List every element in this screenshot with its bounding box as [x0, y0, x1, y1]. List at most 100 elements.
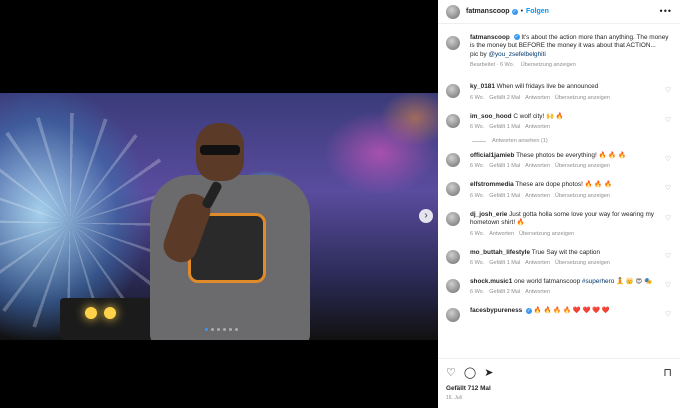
- reply-button[interactable]: Antworten: [525, 260, 550, 266]
- heart-icon[interactable]: ♡: [665, 185, 672, 192]
- post-panel: fatmanscoop ✓ • Folgen ••• fatmanscoop ✓…: [438, 0, 680, 408]
- media-pane: ›: [0, 0, 438, 408]
- comment-likes[interactable]: Gefällt 1 Mal: [489, 163, 520, 169]
- comment-username[interactable]: ky_0181: [470, 83, 495, 90]
- heart-icon[interactable]: ♡: [665, 156, 672, 163]
- reply-button[interactable]: Antworten: [525, 289, 550, 295]
- stage-light: [85, 307, 97, 319]
- comment-likes[interactable]: Gefällt 2 Mal: [489, 289, 520, 295]
- follow-button[interactable]: Folgen: [526, 8, 549, 15]
- heart-icon[interactable]: ♡: [665, 311, 672, 318]
- heart-icon[interactable]: ♡: [665, 117, 672, 124]
- carousel-dot: [223, 328, 226, 331]
- comment-likes[interactable]: Gefällt 1 Mal: [489, 124, 520, 130]
- comment-age: 6 Wo.: [470, 163, 485, 170]
- comment-body: mo_buttah_lifestyle True Say wit the cap…: [470, 249, 660, 266]
- avatar[interactable]: [446, 249, 460, 264]
- likes-count[interactable]: Gefällt 712 Mal: [446, 385, 672, 392]
- avatar[interactable]: [446, 113, 460, 128]
- sunglasses: [200, 145, 240, 155]
- translate-link[interactable]: Übersetzung anzeigen: [519, 231, 574, 237]
- comment-text: These photos be everything! 🔥 🔥 🔥: [516, 152, 626, 160]
- caption-text: fatmanscoop ✓ It's about the action more…: [470, 34, 670, 59]
- comment-text: When will fridays live be announced: [496, 83, 599, 91]
- avatar[interactable]: [446, 4, 460, 19]
- chevron-right-icon[interactable]: ›: [419, 209, 433, 223]
- comment-body: elfstrommedia These are dope photos! 🔥 🔥…: [470, 181, 660, 198]
- comment-age: 6 Wo.: [470, 260, 485, 267]
- comment-username[interactable]: im_soo_hood: [470, 113, 512, 120]
- caption-username[interactable]: fatmanscoop: [470, 34, 510, 41]
- caption-meta: Bearbeitet · 6 Wo. Übersetzung anzeigen: [470, 62, 670, 68]
- comment-username[interactable]: shock.music1: [470, 278, 512, 285]
- username[interactable]: fatmanscoop: [466, 8, 510, 15]
- bookmark-icon[interactable]: ⊓: [663, 366, 672, 379]
- comment: mo_buttah_lifestyle True Say wit the cap…: [438, 249, 680, 266]
- verified-icon: ✓: [526, 307, 532, 314]
- comment-text: C wolf city! 🙌 🔥: [513, 112, 564, 120]
- comment-username[interactable]: facesbypureness: [470, 307, 522, 314]
- caption-body: fatmanscoop ✓ It's about the action more…: [470, 34, 670, 68]
- reply-button[interactable]: Antworten: [525, 163, 550, 169]
- share-icon[interactable]: ➤: [484, 366, 493, 379]
- heart-icon[interactable]: ♡: [665, 87, 672, 94]
- translate-link[interactable]: Übersetzung anzeigen: [555, 260, 610, 266]
- avatar[interactable]: [446, 84, 460, 99]
- reply-button[interactable]: Antworten: [525, 124, 550, 130]
- comment-likes[interactable]: Gefällt 1 Mal: [489, 260, 520, 266]
- comment-body: facesbypureness ✓ 🔥 🔥 🔥 🔥 ❤️ ❤️ ❤️ ❤️: [470, 307, 660, 322]
- replies-divider: [472, 140, 486, 142]
- comment-body: shock.music1 one world fatmanscoop #supe…: [470, 278, 660, 295]
- avatar[interactable]: [446, 279, 460, 294]
- comment-likes[interactable]: Gefällt 1 Mal: [489, 193, 520, 199]
- comment-username[interactable]: elfstrommedia: [470, 181, 514, 188]
- comment-body: official1jamieb These photos be everythi…: [470, 152, 660, 169]
- comment-username[interactable]: dj_josh_erie: [470, 211, 507, 218]
- heart-icon[interactable]: ♡: [665, 215, 672, 222]
- avatar[interactable]: [446, 308, 460, 323]
- view-replies[interactable]: Antworten ansehen (1): [438, 138, 680, 144]
- comment-likes[interactable]: Gefällt 2 Mal: [489, 95, 520, 101]
- view-replies-label[interactable]: Antworten ansehen (1): [492, 138, 548, 144]
- avatar[interactable]: [446, 211, 460, 226]
- reply-button[interactable]: Antworten: [489, 231, 514, 237]
- hashtag-link[interactable]: #superhero: [582, 278, 614, 285]
- edited-label: Bearbeitet · 6 Wo.: [470, 62, 515, 69]
- avatar[interactable]: [446, 153, 460, 168]
- verified-icon: ✓: [511, 8, 518, 15]
- reply-button[interactable]: Antworten: [525, 95, 550, 101]
- action-bar: ♡ ◯ ➤ ⊓ Gefällt 712 Mal 16. Juli: [438, 358, 680, 401]
- translate-link[interactable]: Übersetzung anzeigen: [555, 95, 610, 101]
- comment: elfstrommedia These are dope photos! 🔥 🔥…: [438, 181, 680, 199]
- post-header: fatmanscoop ✓ • Folgen •••: [438, 0, 680, 24]
- comment: facesbypureness ✓ 🔥 🔥 🔥 🔥 ❤️ ❤️ ❤️ ❤️ ♡: [438, 307, 680, 323]
- heart-icon[interactable]: ♡: [446, 366, 456, 379]
- comment-username[interactable]: mo_buttah_lifestyle: [470, 249, 530, 256]
- comment-text: True Say wit the caption: [531, 248, 601, 256]
- reply-button[interactable]: Antworten: [525, 193, 550, 199]
- comment: ky_0181 When will fridays live be announ…: [438, 83, 680, 101]
- comment: im_soo_hood C wolf city! 🙌 🔥 6 Wo. Gefäll…: [438, 113, 680, 130]
- heart-icon[interactable]: ♡: [665, 253, 672, 260]
- translate-link[interactable]: Übersetzung anzeigen: [555, 193, 610, 199]
- stage-light: [104, 307, 116, 319]
- comment-icon[interactable]: ◯: [464, 366, 476, 379]
- credit-prefix: pic by: [470, 50, 487, 58]
- translate-link[interactable]: Übersetzung anzeigen: [521, 62, 576, 68]
- post-photo[interactable]: [0, 93, 438, 340]
- comment-age: 6 Wo.: [470, 124, 485, 131]
- comment-body: ky_0181 When will fridays live be announ…: [470, 83, 660, 100]
- avatar[interactable]: [446, 182, 460, 197]
- comment-age: 6 Wo.: [470, 192, 485, 199]
- credit-link[interactable]: @you_zsefelbelghiti: [488, 51, 545, 58]
- caption: fatmanscoop ✓ It's about the action more…: [438, 24, 680, 68]
- comment: dj_josh_erie Just gotta holla some love …: [438, 211, 680, 237]
- carousel-dot: [229, 328, 232, 331]
- avatar[interactable]: [446, 36, 460, 50]
- more-options-icon[interactable]: •••: [660, 6, 672, 16]
- comment-username[interactable]: official1jamieb: [470, 152, 514, 159]
- carousel-dot: [205, 328, 208, 331]
- translate-link[interactable]: Übersetzung anzeigen: [555, 163, 610, 169]
- comment: official1jamieb These photos be everythi…: [438, 152, 680, 169]
- heart-icon[interactable]: ♡: [665, 282, 672, 289]
